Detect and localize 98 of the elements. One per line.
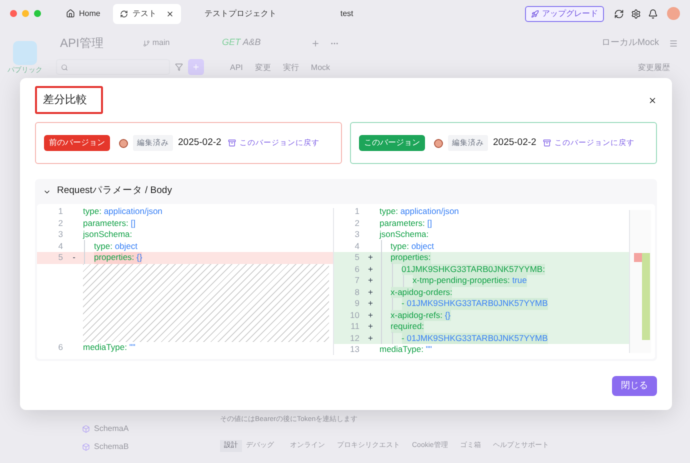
line-number: 1 — [354, 206, 360, 218]
plus-icon — [192, 63, 200, 71]
avatar-icon — [434, 138, 443, 148]
add-button[interactable] — [188, 59, 204, 75]
code-text: jsonSchema: — [83, 229, 132, 240]
refresh-icon[interactable] — [614, 8, 624, 18]
history-link[interactable]: 変更履歴 — [638, 62, 670, 74]
version-badge: 前のバージョン — [44, 135, 110, 151]
close-button[interactable]: 閉じる — [612, 376, 657, 396]
upgrade-button[interactable]: アップグレード — [525, 6, 604, 22]
code-text: properties: — [390, 252, 431, 264]
line-number: 10 — [349, 310, 360, 321]
line-number: 11 — [350, 321, 360, 332]
line-number: 12 — [349, 332, 360, 344]
tab[interactable]: test — [333, 4, 360, 24]
code-text: mediaType: "" — [380, 344, 432, 356]
code-text: mediaType: "" — [83, 342, 136, 353]
subtab[interactable]: API — [230, 62, 243, 74]
line-number: 4 — [354, 240, 360, 252]
bell-icon[interactable] — [648, 8, 658, 18]
tab[interactable]: Home — [59, 4, 108, 24]
tree-item[interactable]: SchemaA — [82, 423, 210, 435]
diff-sign: + — [368, 298, 373, 310]
code-text: type: application/json — [380, 206, 459, 218]
tab-label: Home — [79, 8, 100, 20]
plus-icon[interactable] — [310, 38, 320, 48]
code-text: required: — [390, 321, 424, 332]
search-icon — [61, 64, 68, 70]
diff-sign: + — [368, 310, 373, 321]
line-number: 7 — [354, 275, 360, 286]
code-text: 01JMK9SHKG33TARB0JNK57YYMB: — [402, 264, 545, 275]
close-icon[interactable] — [648, 96, 657, 104]
line-number: 13 — [349, 344, 360, 356]
subtab[interactable]: 実行 — [282, 62, 299, 74]
line-number: 5 — [57, 252, 64, 264]
tab-label: テスト — [132, 8, 156, 20]
diff-sign: + — [368, 264, 373, 275]
version-date: 2025-02-2 — [178, 136, 222, 150]
code-text: - 01JMK9SHKG33TARB0JNK57YYMB — [402, 298, 548, 310]
endpoint-tab[interactable]: GET A&B — [222, 36, 261, 50]
sync-icon — [120, 10, 128, 18]
line-number: 6 — [57, 342, 64, 353]
line-number: 4 — [57, 240, 64, 252]
search-field[interactable] — [56, 59, 170, 75]
tab-label: test — [340, 8, 354, 20]
branch-selector[interactable]: main — [143, 37, 170, 49]
line-number: 8 — [354, 286, 360, 298]
avatar-icon[interactable] — [667, 7, 680, 20]
module-title: API管理 — [60, 35, 104, 52]
line-number: 3 — [57, 229, 64, 240]
code-text: - 01JMK9SHKG33TARB0JNK57YYMB — [402, 332, 548, 344]
section-header[interactable]: Requestパラメータ / Body — [37, 179, 655, 204]
code-text: parameters: [] — [380, 218, 432, 229]
dialog-title: 差分比較 — [35, 86, 103, 114]
code-text: x-apidog-orders: — [390, 286, 452, 298]
archive-icon — [543, 139, 552, 147]
cube-icon — [82, 443, 90, 451]
line-number: 1 — [57, 206, 64, 218]
diff-sign: + — [368, 332, 373, 344]
line-number: 9 — [354, 298, 360, 310]
close-icon[interactable] — [166, 10, 174, 18]
diff-sign: + — [368, 252, 373, 264]
code-text: type: object — [390, 240, 434, 252]
diff-sign: - — [72, 252, 76, 264]
archive-icon — [228, 139, 236, 147]
section-title: Requestパラメータ / Body — [57, 184, 172, 198]
tree-item[interactable]: SchemaB — [82, 441, 210, 453]
cube-icon — [82, 425, 90, 433]
code-text: x-tmp-pending-properties: true — [412, 275, 527, 286]
avatar-icon — [119, 138, 128, 148]
version-badge: このバージョン — [359, 135, 425, 151]
diff-sign: + — [368, 275, 373, 286]
line-number: 2 — [354, 218, 360, 229]
line-number: 5 — [354, 252, 360, 264]
environment-selector[interactable]: ローカルMock — [601, 36, 659, 50]
code-text: jsonSchema: — [380, 229, 429, 240]
line-number: 6 — [354, 264, 360, 275]
code-text: x-apidog-refs: {} — [390, 310, 451, 321]
menu-icon[interactable] — [669, 38, 678, 48]
diff-sign: + — [368, 321, 373, 332]
home-icon — [66, 9, 75, 18]
code-text: type: application/json — [83, 206, 162, 218]
code-text: type: object — [94, 240, 138, 252]
version-date: 2025-02-2 — [493, 136, 536, 150]
diff-sign: + — [368, 286, 373, 298]
settings-icon[interactable] — [631, 8, 641, 18]
subtab[interactable]: Mock — [310, 62, 330, 74]
branch-icon — [143, 40, 150, 46]
tab[interactable]: テスト — [113, 4, 182, 24]
code-text: properties: {} — [94, 252, 142, 264]
code-text: parameters: [] — [83, 218, 136, 229]
rocket-icon — [531, 10, 539, 18]
line-number: 3 — [354, 229, 360, 240]
tab-label: テストプロジェクト — [204, 8, 276, 20]
filter-icon[interactable] — [175, 63, 183, 71]
line-number: 2 — [57, 218, 64, 229]
subtab[interactable]: 変更 — [254, 62, 271, 74]
tab[interactable]: テストプロジェクト — [197, 4, 284, 24]
